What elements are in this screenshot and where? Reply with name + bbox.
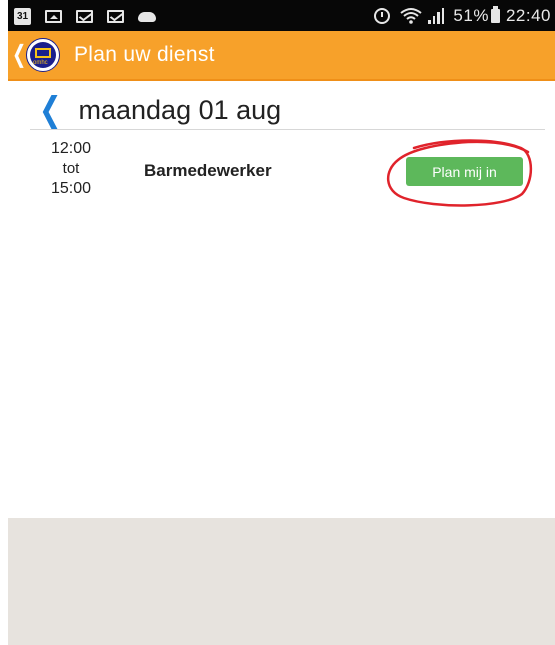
shift-time-separator: tot: [62, 160, 80, 177]
clock: 22:40: [505, 6, 551, 25]
plan-me-in-button[interactable]: Plan mij in: [406, 157, 523, 186]
status-bar-right: 51% 22:40: [374, 3, 551, 29]
shift-end-time: 15:00: [50, 180, 92, 197]
app-title: Plan uw dienst: [74, 43, 215, 66]
chevron-left-icon[interactable]: ❮: [39, 93, 62, 127]
calendar-icon: 31: [14, 7, 31, 25]
mail-icon: [107, 9, 124, 23]
shift-row: 12:00 tot 15:00 Barmedewerker Plan mij i…: [30, 139, 540, 209]
status-bar-left: 31: [14, 5, 170, 27]
divider: [30, 129, 545, 130]
logo-text: omhc: [33, 60, 48, 66]
shift-time: 12:00 tot 15:00: [46, 139, 96, 199]
battery-icon: [490, 6, 500, 23]
alarm-icon: [374, 8, 391, 24]
mail-icon: [76, 9, 93, 23]
logo-mark: [35, 48, 51, 58]
bottom-panel: [8, 518, 555, 645]
app-bar: ❮ omhc Plan uw dienst: [8, 31, 555, 81]
signal-icon: [428, 8, 445, 24]
battery-percent: 51%: [453, 6, 489, 25]
back-chevron-icon[interactable]: ❮: [12, 43, 26, 67]
shift-role: Barmedewerker: [144, 161, 272, 180]
image-icon: [45, 9, 62, 23]
date-title: maandag 01 aug: [78, 94, 282, 125]
cloud-icon: [138, 12, 156, 22]
wifi-icon: [400, 8, 423, 24]
date-header: ❮ maandag 01 aug: [36, 90, 281, 130]
app-logo[interactable]: omhc: [26, 38, 60, 72]
shift-start-time: 12:00: [50, 140, 92, 157]
status-bar: 31 51% 22:40: [8, 0, 555, 31]
